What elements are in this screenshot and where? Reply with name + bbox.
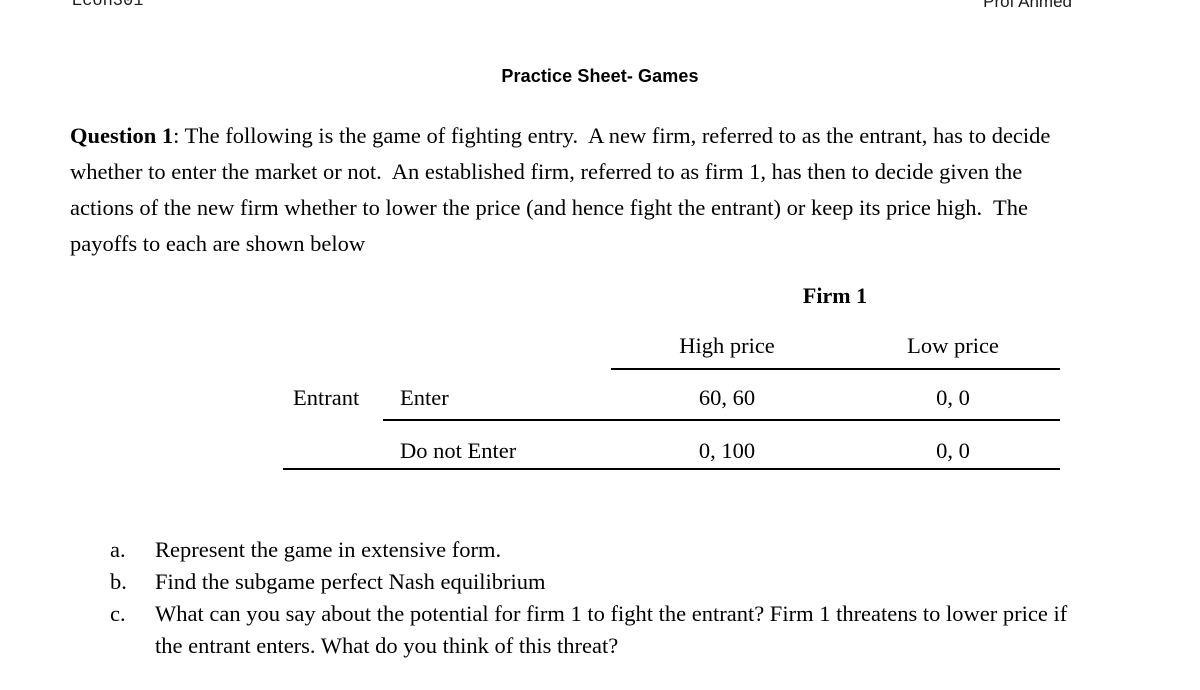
column-player-label: Firm 1 — [802, 283, 868, 308]
question-separator: : — [173, 123, 185, 148]
page-title: Practice Sheet- Games — [501, 66, 699, 86]
matrix-rule-middle — [383, 419, 1060, 421]
row-header-do-not-enter: Do not Enter — [400, 438, 517, 463]
payoff-do-not-enter-low-price: 0, 0 — [936, 438, 970, 463]
list-item-marker: b. — [110, 569, 127, 594]
list-item-text: Find the subgame perfect Nash equilibriu… — [155, 569, 546, 594]
question-body: The following is the game of fighting en… — [70, 123, 1057, 256]
column-header-low-price: Low price — [907, 333, 999, 358]
instructor-name: Prof Ahmed — [983, 0, 1072, 11]
question-paragraph: Question 1: The following is the game of… — [70, 118, 1052, 262]
payoff-enter-low-price: 0, 0 — [936, 385, 970, 410]
row-player-label: Entrant — [293, 385, 360, 410]
question-label: Question 1 — [70, 123, 174, 148]
course-code: Econ301 — [72, 0, 144, 11]
task-list: a. Represent the game in extensive form.… — [110, 534, 1070, 662]
list-item: a. Represent the game in extensive form. — [110, 534, 1070, 566]
payoff-do-not-enter-high-price: 0, 100 — [698, 438, 756, 463]
row-header-enter: Enter — [400, 385, 449, 410]
list-item: b. Find the subgame perfect Nash equilib… — [110, 566, 1070, 598]
matrix-rule-bottom — [283, 468, 1060, 470]
list-item-marker: c. — [110, 601, 126, 626]
list-item-text: What can you say about the potential for… — [155, 601, 1068, 658]
list-item-marker: a. — [110, 537, 126, 562]
matrix-rule-top — [611, 368, 1060, 370]
list-item: c. What can you say about the potential … — [110, 598, 1070, 662]
running-header: Econ301 Prof Ahmed — [0, 0, 1200, 14]
list-item-text: Represent the game in extensive form. — [155, 537, 502, 562]
payoff-matrix: Firm 1 High price Low price Entrant Ente… — [0, 283, 1200, 483]
payoff-enter-high-price: 60, 60 — [698, 385, 756, 410]
column-header-high-price: High price — [679, 333, 775, 358]
